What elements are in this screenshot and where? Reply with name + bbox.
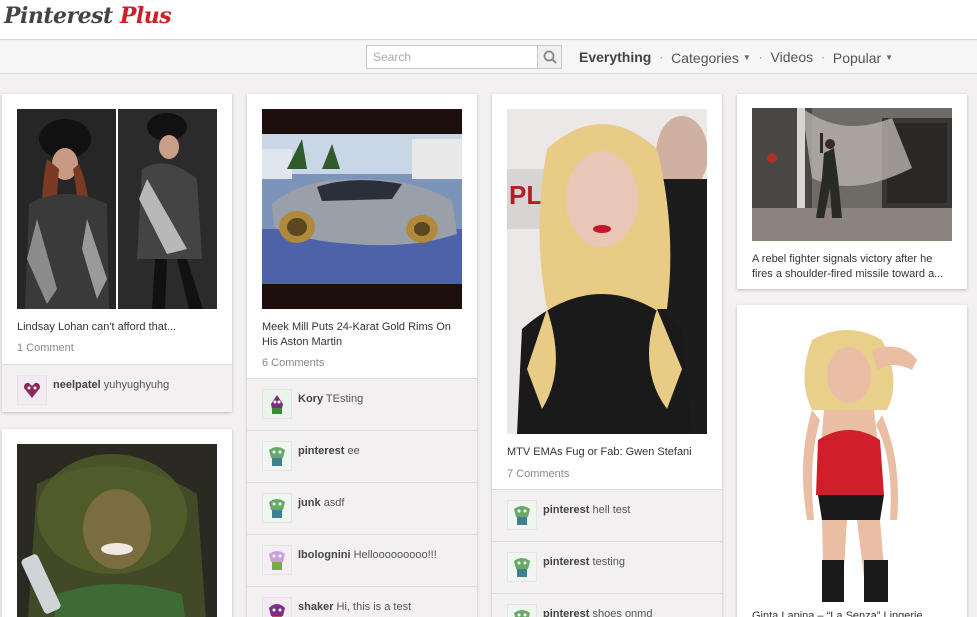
avatar[interactable]: [262, 545, 292, 575]
comment-text: junk asdf: [298, 497, 344, 509]
avatar[interactable]: [262, 597, 292, 617]
comment-row: pinterest hell test: [492, 489, 722, 541]
nav-popular-label: Popular: [832, 49, 882, 66]
pin-card[interactable]: A rebel fighter signals victory after he…: [737, 94, 967, 289]
nav-everything[interactable]: Everything: [579, 49, 651, 65]
comment-count[interactable]: 1 Comment: [17, 342, 74, 354]
pin-description: Ginta Lapina – “La Senza” Lingerie: [752, 610, 923, 617]
chevron-down-icon: ▼: [885, 52, 894, 62]
comment-text: pinterest testing: [543, 556, 625, 568]
comment-count[interactable]: 6 Comments: [262, 357, 324, 369]
comment-row: Kory TEsting: [247, 378, 477, 430]
comment-count[interactable]: 7 Comments: [507, 468, 569, 480]
pin-card[interactable]: [2, 429, 232, 617]
logo-text-plus: Plus: [119, 3, 172, 29]
nav-categories-label: Categories: [671, 49, 739, 66]
comment-body: Hi, this is a test: [336, 601, 412, 613]
comment-user[interactable]: lbolognini: [298, 549, 351, 561]
pin-image[interactable]: [262, 109, 462, 309]
chevron-down-icon: ▼: [742, 52, 751, 62]
comment-row: shaker Hi, this is a test: [247, 586, 477, 617]
avatar[interactable]: [507, 552, 537, 582]
pin-card[interactable]: Meek Mill Puts 24-Karat Gold Rims On His…: [247, 94, 477, 617]
header-bar: Pinterest Plus: [0, 0, 977, 40]
pin-image[interactable]: PLA: [507, 109, 707, 434]
pin-card[interactable]: Lindsay Lohan can't afford that... 1 Com…: [2, 94, 232, 412]
comment-body: yuhyughyuhg: [103, 379, 170, 391]
nav-links: Everything · Categories ▼ · Videos · Popu…: [579, 48, 893, 66]
comment-body: TEsting: [325, 393, 364, 405]
pin-card[interactable]: PLA MTV EMAs Fug or Fab: Gwen Stefani 7 …: [492, 94, 722, 617]
comment-user[interactable]: pinterest: [298, 445, 344, 457]
comment-user[interactable]: junk: [298, 497, 321, 509]
comment-body: hell test: [592, 504, 631, 516]
nav-separator: ·: [758, 50, 763, 65]
comment-user[interactable]: pinterest: [543, 504, 589, 516]
pin-image[interactable]: [752, 320, 952, 602]
comment-row: junk asdf: [247, 482, 477, 534]
logo-text-pinterest: Pinterest: [4, 3, 113, 29]
search-icon: [543, 50, 557, 64]
comment-row: pinterest testing: [492, 541, 722, 593]
avatar[interactable]: [17, 375, 47, 405]
comment-text: lbolognini Hellooooooooo!!!: [298, 549, 437, 561]
comment-body: shoes onmd: [592, 608, 653, 617]
comment-row: pinterest shoes onmd: [492, 593, 722, 617]
nav-popular[interactable]: Popular ▼: [833, 49, 893, 66]
comment-body: ee: [347, 445, 360, 457]
nav-bar: Everything · Categories▼ · Videos · Popu…: [0, 41, 977, 74]
comment-text: neelpatel yuhyughyuhg: [53, 379, 169, 391]
avatar[interactable]: [262, 493, 292, 523]
logo[interactable]: Pinterest Plus: [4, 3, 172, 29]
avatar[interactable]: [507, 500, 537, 530]
comment-text: Kory TEsting: [298, 393, 363, 405]
comment-body: asdf: [323, 497, 345, 509]
pin-image[interactable]: [752, 108, 952, 241]
comment-text: pinterest shoes onmd: [543, 608, 652, 617]
comment-body: testing: [592, 556, 625, 568]
nav-separator: ·: [659, 50, 664, 65]
comment-row: neelpatel yuhyughyuhg: [2, 364, 232, 412]
pin-image[interactable]: [17, 444, 217, 617]
comment-user[interactable]: pinterest: [543, 608, 589, 617]
pin-description: Lindsay Lohan can't afford that...: [17, 321, 177, 333]
search-button[interactable]: [537, 46, 561, 68]
comment-body: Hellooooooooo!!!: [353, 549, 437, 561]
pin-description: A rebel fighter signals victory after he…: [752, 253, 944, 280]
comment-text: pinterest hell test: [543, 504, 630, 516]
pin-description: MTV EMAs Fug or Fab: Gwen Stefani: [507, 446, 692, 458]
comment-row: lbolognini Hellooooooooo!!!: [247, 534, 477, 586]
search-input[interactable]: [367, 46, 538, 68]
comment-text: shaker Hi, this is a test: [298, 601, 411, 613]
nav-videos[interactable]: Videos: [771, 49, 814, 65]
comment-text: pinterest ee: [298, 445, 360, 457]
avatar[interactable]: [507, 604, 537, 617]
pin-image[interactable]: [17, 109, 217, 309]
comment-user[interactable]: pinterest: [543, 556, 589, 568]
avatar[interactable]: [262, 389, 292, 419]
pin-description: Meek Mill Puts 24-Karat Gold Rims On His…: [262, 321, 451, 348]
comment-user[interactable]: Kory: [298, 393, 323, 405]
comment-user[interactable]: neelpatel: [53, 379, 101, 391]
avatar[interactable]: [262, 441, 292, 471]
search-box: [366, 45, 562, 69]
comment-user[interactable]: shaker: [298, 601, 333, 613]
comment-row: pinterest ee: [247, 430, 477, 482]
nav-separator: ·: [821, 50, 825, 65]
pin-card[interactable]: Ginta Lapina – “La Senza” Lingerie: [737, 305, 967, 617]
nav-categories[interactable]: Categories ▼: [671, 49, 751, 66]
